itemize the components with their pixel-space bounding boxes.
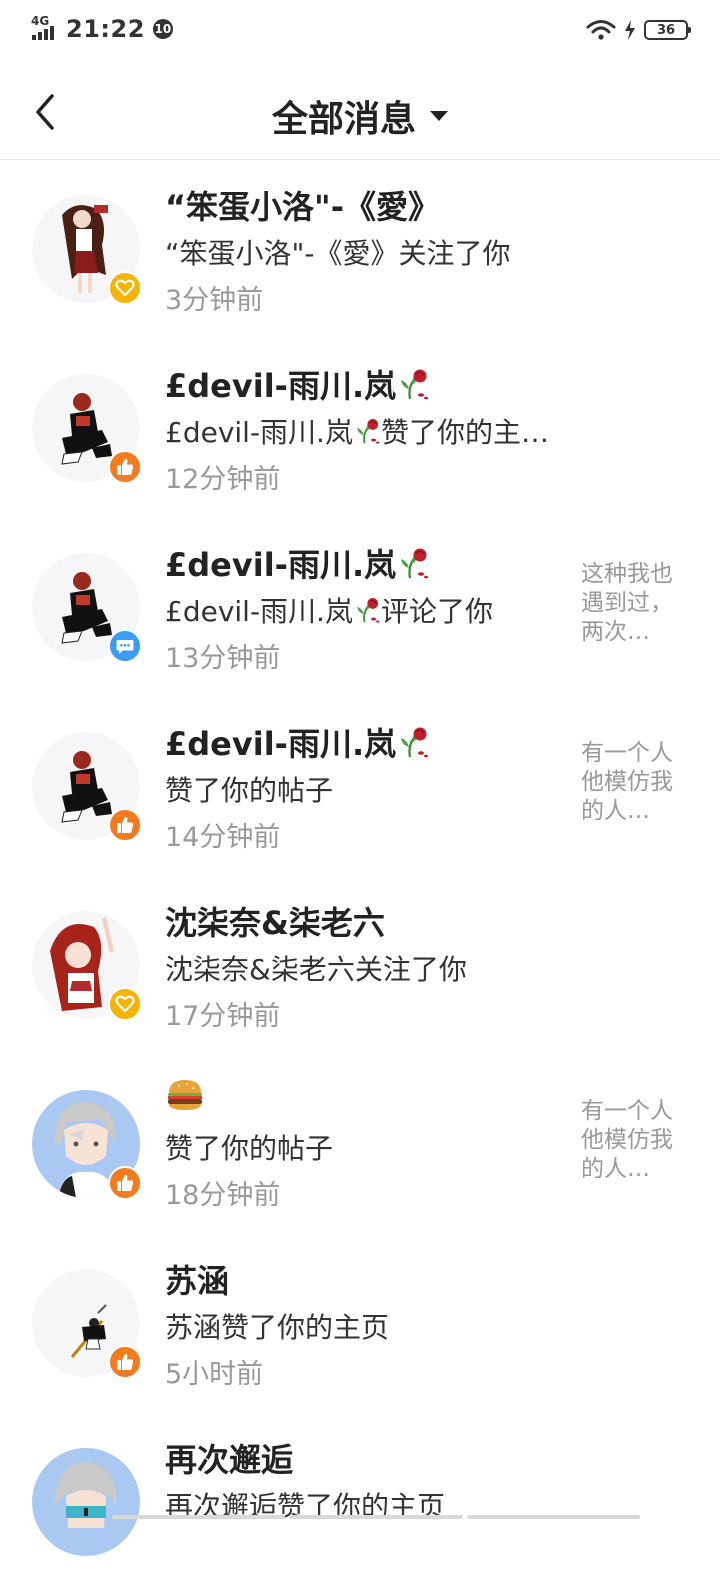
wilted-rose-icon	[353, 596, 381, 624]
cellular-signal-icon: 4G	[30, 14, 60, 44]
follow-badge	[108, 271, 142, 305]
wilted-rose-icon	[353, 417, 381, 445]
follow-badge	[108, 987, 142, 1021]
sender-name-text: £devil-雨川.岚	[165, 367, 397, 405]
message-text: 再次邂逅赞了你的主页	[165, 1490, 446, 1523]
heart-icon	[115, 994, 135, 1014]
message-item[interactable]: 赞了你的帖子 18分钟前 有一个人他模仿我的人…	[0, 1055, 720, 1234]
comment-badge	[108, 629, 142, 663]
sender-name: “笨蛋小洛"-《愛》	[165, 188, 440, 226]
sender-name-text: £devil-雨川.岚	[165, 725, 397, 763]
notification-count-badge: 10	[152, 19, 173, 39]
message-text-action: 赞了你的主…	[380, 416, 549, 449]
hamburger-icon	[168, 1080, 202, 1110]
thumbs-up-icon	[115, 1352, 135, 1372]
battery-indicator: 36	[644, 20, 691, 40]
wifi-icon	[586, 20, 616, 40]
message-time: 13分钟前	[165, 643, 281, 674]
message-text-action: 评论了你	[380, 595, 493, 628]
message-item[interactable]: £devil-雨川.岚 £devil-雨川.岚 评论了你 13分钟前 这种我也遇到…	[0, 518, 720, 697]
caret-down-icon	[430, 111, 448, 121]
message-text: £devil-雨川.岚 赞了你的主…	[165, 411, 549, 451]
message-text-name: £devil-雨川.岚	[165, 595, 353, 628]
avatar[interactable]	[32, 1448, 140, 1556]
message-text: 苏涵赞了你的主页	[165, 1311, 390, 1344]
message-time: 18分钟前	[165, 1180, 281, 1211]
message-time: 12分钟前	[165, 464, 281, 495]
status-bar: 4G 21:22 10 36	[0, 0, 720, 64]
message-item[interactable]: £devil-雨川.岚 赞了你的帖子 14分钟前 有一个人他模仿我的人…	[0, 697, 720, 876]
top-app-bar: 全部消息	[0, 64, 720, 160]
bottom-scroll-indicator	[112, 1515, 640, 1519]
sender-name: 再次邂逅	[165, 1441, 294, 1479]
message-item[interactable]: “笨蛋小洛"-《愛》 “笨蛋小洛"-《愛》关注了你 3分钟前	[0, 160, 720, 339]
sender-name: £devil-雨川.岚	[165, 540, 430, 586]
thumbs-up-icon	[115, 1173, 135, 1193]
post-snippet[interactable]: 有一个人他模仿我的人…	[581, 739, 691, 826]
sender-name	[165, 1077, 205, 1117]
post-snippet[interactable]: 这种我也遇到过，两次…	[581, 560, 691, 647]
wilted-rose-icon	[396, 725, 430, 759]
like-badge	[108, 808, 142, 842]
sender-name: 沈柒奈&柒老六	[165, 904, 385, 942]
like-badge	[108, 1166, 142, 1200]
message-item[interactable]: 再次邂逅 再次邂逅赞了你的主页	[0, 1413, 720, 1592]
message-time: 17分钟前	[165, 1001, 281, 1032]
charging-bolt-icon	[625, 20, 635, 40]
message-time: 14分钟前	[165, 822, 281, 853]
message-time: 3分钟前	[165, 285, 264, 316]
message-filter-dropdown[interactable]: 全部消息	[0, 90, 720, 142]
message-list: “笨蛋小洛"-《愛》 “笨蛋小洛"-《愛》关注了你 3分钟前 £devil-雨川…	[0, 160, 720, 1592]
post-snippet[interactable]: 有一个人他模仿我的人…	[581, 1097, 691, 1184]
message-text-name: £devil-雨川.岚	[165, 416, 353, 449]
like-badge	[108, 1345, 142, 1379]
page-title: 全部消息	[271, 99, 416, 140]
message-text: “笨蛋小洛"-《愛》关注了你	[165, 237, 511, 270]
clock: 21:22	[66, 15, 145, 43]
sender-name-text: £devil-雨川.岚	[165, 546, 397, 584]
wilted-rose-icon	[396, 367, 430, 401]
message-text: 沈柒奈&柒老六关注了你	[165, 953, 467, 986]
speech-bubble-icon	[115, 636, 135, 656]
message-item[interactable]: 沈柒奈&柒老六 沈柒奈&柒老六关注了你 17分钟前	[0, 876, 720, 1055]
message-text: £devil-雨川.岚 评论了你	[165, 590, 493, 630]
sender-name: 苏涵	[165, 1262, 230, 1300]
message-item[interactable]: 苏涵 苏涵赞了你的主页 5小时前	[0, 1234, 720, 1413]
thumbs-up-icon	[115, 457, 135, 477]
sender-name: £devil-雨川.岚	[165, 361, 430, 407]
thumbs-up-icon	[115, 815, 135, 835]
wilted-rose-icon	[396, 546, 430, 580]
message-text: 赞了你的帖子	[165, 774, 334, 807]
message-text: 赞了你的帖子	[165, 1132, 334, 1165]
like-badge	[108, 450, 142, 484]
heart-icon	[115, 278, 135, 298]
sender-name: £devil-雨川.岚	[165, 719, 430, 765]
message-item[interactable]: £devil-雨川.岚 £devil-雨川.岚 赞了你的主… 12分钟前	[0, 339, 720, 518]
message-time: 5小时前	[165, 1359, 264, 1390]
